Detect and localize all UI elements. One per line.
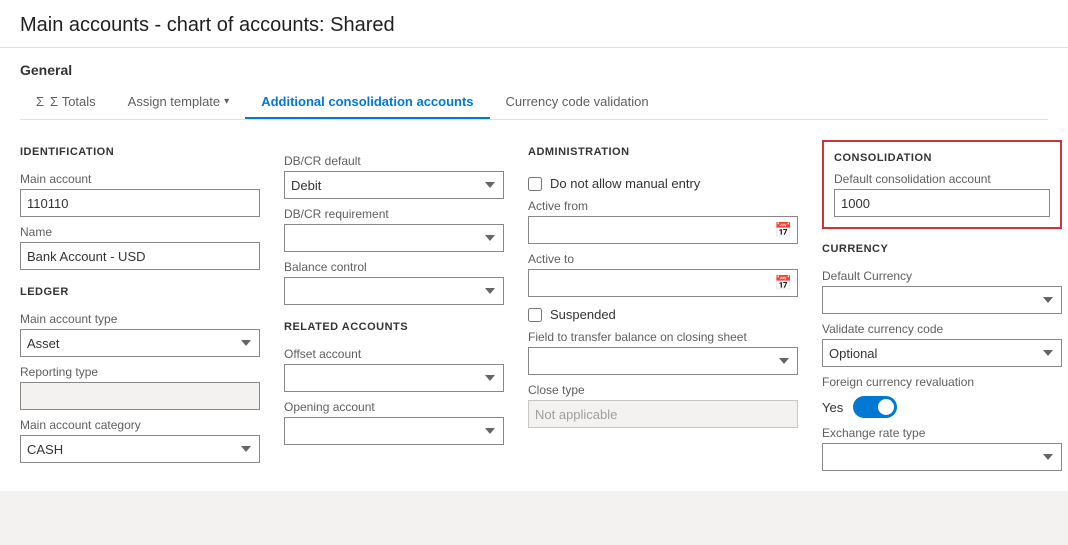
chevron-down-icon: ▾ (224, 96, 229, 107)
foreign-currency-label: Foreign currency revaluation (822, 375, 1062, 389)
opening-account-wrapper (284, 417, 504, 445)
page-title: Main accounts - chart of accounts: Share… (20, 14, 1048, 37)
tab-additional-consolidation-label: Additional consolidation accounts (261, 94, 473, 109)
column-dbcr: DB/CR default Debit Credit DB/CR require… (284, 136, 504, 445)
foreign-currency-toggle-container: Yes (822, 396, 1062, 418)
name-label: Name (20, 225, 260, 239)
opening-account-select[interactable] (284, 417, 504, 445)
do-not-allow-label: Do not allow manual entry (550, 176, 700, 191)
tab-additional-consolidation[interactable]: Additional consolidation accounts (245, 86, 489, 119)
consolidation-box: CONSOLIDATION Default consolidation acco… (822, 140, 1062, 229)
offset-account-wrapper (284, 364, 504, 392)
active-to-input[interactable] (528, 269, 798, 297)
section-label: General (20, 48, 1048, 86)
active-from-input[interactable] (528, 216, 798, 244)
tab-assign-template-label: Assign template (128, 94, 221, 109)
main-account-label: Main account (20, 172, 260, 186)
suspended-label: Suspended (550, 307, 616, 322)
main-account-type-select[interactable]: Asset Liability Equity Revenue Expense (20, 329, 260, 357)
tab-totals[interactable]: Σ Σ Totals (20, 86, 112, 119)
tab-currency-code-label: Currency code validation (506, 94, 649, 109)
column-administration: ADMINISTRATION Do not allow manual entry… (528, 136, 798, 428)
field-transfer-label: Field to transfer balance on closing she… (528, 330, 798, 344)
suspended-checkbox[interactable] (528, 308, 542, 322)
exchange-rate-type-wrapper (822, 443, 1062, 471)
administration-group-label: ADMINISTRATION (528, 146, 798, 158)
active-to-wrapper: 📅 (528, 269, 798, 297)
identification-group-label: IDENTIFICATION (20, 146, 260, 158)
close-type-label: Close type (528, 383, 798, 397)
default-currency-select[interactable] (822, 286, 1062, 314)
currency-group-label: CURRENCY (822, 243, 1062, 255)
reporting-type-input[interactable] (20, 382, 260, 410)
suspended-row: Suspended (528, 307, 798, 322)
db-cr-requirement-select[interactable]: Debit Credit (284, 224, 504, 252)
db-cr-requirement-label: DB/CR requirement (284, 207, 504, 221)
default-currency-wrapper (822, 286, 1062, 314)
active-from-wrapper: 📅 (528, 216, 798, 244)
ledger-group-label: LEDGER (20, 286, 260, 298)
balance-control-label: Balance control (284, 260, 504, 274)
close-type-value: Not applicable (528, 400, 798, 428)
default-consolidation-label: Default consolidation account (834, 172, 1050, 186)
main-account-type-label: Main account type (20, 312, 260, 326)
toggle-label: Yes (822, 400, 843, 415)
default-consolidation-input[interactable] (834, 189, 1050, 217)
main-account-category-select[interactable]: CASH OTHER (20, 435, 260, 463)
foreign-currency-toggle[interactable] (853, 396, 897, 418)
offset-account-select[interactable] (284, 364, 504, 392)
do-not-allow-checkbox[interactable] (528, 177, 542, 191)
offset-account-label: Offset account (284, 347, 504, 361)
tab-currency-code[interactable]: Currency code validation (490, 86, 665, 119)
validate-currency-code-select[interactable]: Optional Required Not applicable (822, 339, 1062, 367)
main-account-type-wrapper: Asset Liability Equity Revenue Expense (20, 329, 260, 357)
tab-assign-template[interactable]: Assign template ▾ (112, 86, 246, 119)
balance-control-select[interactable] (284, 277, 504, 305)
main-account-category-wrapper: CASH OTHER (20, 435, 260, 463)
validate-currency-code-label: Validate currency code (822, 322, 1062, 336)
opening-account-label: Opening account (284, 400, 504, 414)
db-cr-default-select[interactable]: Debit Credit (284, 171, 504, 199)
form-grid: IDENTIFICATION Main account Name LEDGER … (20, 136, 1048, 471)
field-transfer-wrapper (528, 347, 798, 375)
tabs-bar: Σ Σ Totals Assign template ▾ Additional … (20, 86, 1048, 120)
balance-control-wrapper (284, 277, 504, 305)
active-from-label: Active from (528, 199, 798, 213)
toggle-knob (878, 399, 894, 415)
main-account-input[interactable] (20, 189, 260, 217)
db-cr-default-wrapper: Debit Credit (284, 171, 504, 199)
default-currency-label: Default Currency (822, 269, 1062, 283)
validate-currency-code-wrapper: Optional Required Not applicable (822, 339, 1062, 367)
main-account-category-label: Main account category (20, 418, 260, 432)
column-consolidation: CONSOLIDATION Default consolidation acco… (822, 136, 1062, 471)
db-cr-default-label: DB/CR default (284, 154, 504, 168)
field-transfer-select[interactable] (528, 347, 798, 375)
column-identification: IDENTIFICATION Main account Name LEDGER … (20, 136, 260, 463)
related-accounts-group-label: RELATED ACCOUNTS (284, 321, 504, 333)
content-area: General Σ Σ Totals Assign template ▾ Add… (0, 48, 1068, 491)
exchange-rate-type-label: Exchange rate type (822, 426, 1062, 440)
consolidation-group-label: CONSOLIDATION (834, 152, 1050, 164)
page-header: Main accounts - chart of accounts: Share… (0, 0, 1068, 48)
name-input[interactable] (20, 242, 260, 270)
exchange-rate-type-select[interactable] (822, 443, 1062, 471)
active-to-label: Active to (528, 252, 798, 266)
sigma-icon: Σ (36, 94, 44, 109)
reporting-type-label: Reporting type (20, 365, 260, 379)
db-cr-requirement-wrapper: Debit Credit (284, 224, 504, 252)
do-not-allow-row: Do not allow manual entry (528, 176, 798, 191)
